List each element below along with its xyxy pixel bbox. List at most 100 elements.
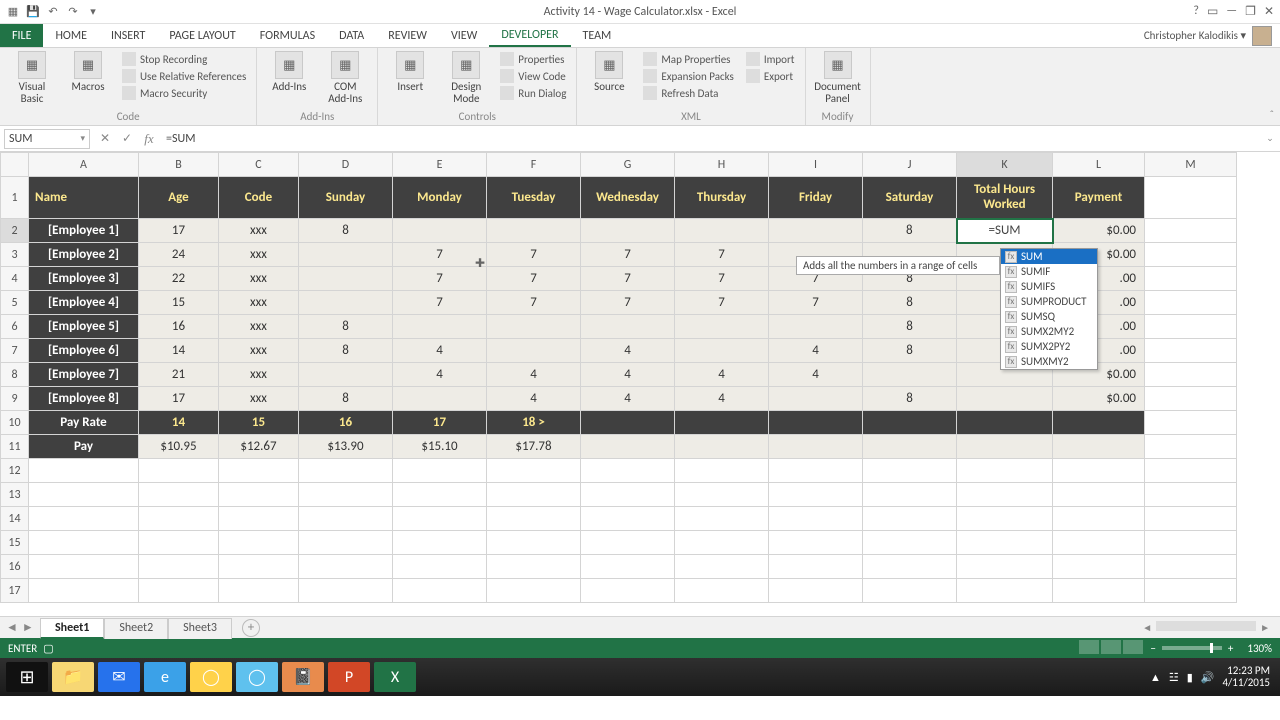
header-tuesday[interactable]: Tuesday — [487, 177, 581, 219]
cell-B5[interactable]: 15 — [139, 291, 219, 315]
cell-empty-17-12[interactable] — [1145, 579, 1237, 603]
tray-network-icon[interactable]: ▮ — [1187, 671, 1193, 684]
restore-icon[interactable]: ❐ — [1245, 4, 1256, 19]
cell-E7[interactable]: 4 — [393, 339, 487, 363]
cell-pay-10[interactable] — [1053, 435, 1145, 459]
cell-B8[interactable]: 21 — [139, 363, 219, 387]
autocomplete-sumifs[interactable]: fxSUMIFS — [1001, 279, 1097, 294]
cell-pay-3[interactable]: $15.10 — [393, 435, 487, 459]
autocomplete-sumx2my2[interactable]: fxSUMX2MY2 — [1001, 324, 1097, 339]
cell-I6[interactable] — [769, 315, 863, 339]
taskbar-btn-4[interactable]: ◯ — [190, 662, 232, 692]
expand-formula-bar-icon[interactable]: ⌄ — [1260, 133, 1280, 144]
col-hdr-corner[interactable] — [1, 153, 29, 177]
cell-empty-13-8[interactable] — [769, 483, 863, 507]
cell-F4[interactable]: 7 — [487, 267, 581, 291]
row-hdr-15[interactable]: 15 — [1, 531, 29, 555]
zoom-slider[interactable] — [1162, 646, 1222, 650]
autocomplete-sumx2py2[interactable]: fxSUMX2PY2 — [1001, 339, 1097, 354]
cell-L2[interactable]: $0.00 — [1053, 219, 1145, 243]
cell-empty-17-7[interactable] — [675, 579, 769, 603]
cell-D2[interactable]: 8 — [299, 219, 393, 243]
cell-J2[interactable]: 8 — [863, 219, 957, 243]
cell-pay-9[interactable] — [957, 435, 1053, 459]
tray-flag-icon[interactable]: ☳ — [1169, 671, 1179, 684]
cell-empty-15-10[interactable] — [957, 531, 1053, 555]
cell-empty-12-8[interactable] — [769, 459, 863, 483]
taskbar-btn-7[interactable]: P — [328, 662, 370, 692]
header-payment[interactable]: Payment — [1053, 177, 1145, 219]
cell-J7[interactable]: 8 — [863, 339, 957, 363]
cell-empty-12-7[interactable] — [675, 459, 769, 483]
undo-icon[interactable]: ↶ — [46, 5, 60, 19]
header-monday[interactable]: Monday — [393, 177, 487, 219]
cell-payrate-9[interactable] — [957, 411, 1053, 435]
cell-empty-13-7[interactable] — [675, 483, 769, 507]
cell-empty-15-2[interactable] — [219, 531, 299, 555]
cell-payrate-1[interactable]: 15 — [219, 411, 299, 435]
cell-pay-label[interactable]: Pay — [29, 435, 139, 459]
taskbar-btn-0[interactable]: ⊞ — [6, 662, 48, 692]
cell-empty-13-5[interactable] — [487, 483, 581, 507]
header-total-hours-worked[interactable]: Total HoursWorked — [957, 177, 1053, 219]
cell-E9[interactable] — [393, 387, 487, 411]
cell-pay-4[interactable]: $17.78 — [487, 435, 581, 459]
cell-empty-14-12[interactable] — [1145, 507, 1237, 531]
zoom-in-icon[interactable]: + — [1228, 642, 1233, 655]
cell-payrate-5[interactable] — [581, 411, 675, 435]
cell-D3[interactable] — [299, 243, 393, 267]
cell-B4[interactable]: 22 — [139, 267, 219, 291]
cell-empty-13-0[interactable] — [29, 483, 139, 507]
export-button[interactable]: Export — [744, 68, 797, 84]
header-age[interactable]: Age — [139, 177, 219, 219]
taskbar-btn-3[interactable]: e — [144, 662, 186, 692]
autocomplete-sumxmy2[interactable]: fxSUMXMY2 — [1001, 354, 1097, 369]
header-code[interactable]: Code — [219, 177, 299, 219]
cell-empty-16-3[interactable] — [299, 555, 393, 579]
cell-name-3[interactable]: [Employee 2] — [29, 243, 139, 267]
tab-file[interactable]: FILE — [0, 24, 43, 47]
row-hdr-17[interactable]: 17 — [1, 579, 29, 603]
cell-E6[interactable] — [393, 315, 487, 339]
cell-G8[interactable]: 4 — [581, 363, 675, 387]
cell-name-4[interactable]: [Employee 3] — [29, 267, 139, 291]
sheet-tab-sheet2[interactable]: Sheet2 — [104, 618, 168, 639]
cell-C5[interactable]: xxx — [219, 291, 299, 315]
import-button[interactable]: Import — [744, 51, 797, 67]
taskbar-btn-8[interactable]: X — [374, 662, 416, 692]
cell-empty-15-12[interactable] — [1145, 531, 1237, 555]
cell-pay-1[interactable]: $12.67 — [219, 435, 299, 459]
cell-J6[interactable]: 8 — [863, 315, 957, 339]
cell-B9[interactable]: 17 — [139, 387, 219, 411]
cell-empty-13-11[interactable] — [1053, 483, 1145, 507]
cell-G9[interactable]: 4 — [581, 387, 675, 411]
col-hdr-J[interactable]: J — [863, 153, 957, 177]
taskbar-btn-1[interactable]: 📁 — [52, 662, 94, 692]
cell-empty-12-9[interactable] — [863, 459, 957, 483]
row-hdr-4[interactable]: 4 — [1, 267, 29, 291]
cell-empty-16-8[interactable] — [769, 555, 863, 579]
stop-recording-button[interactable]: Stop Recording — [120, 51, 248, 67]
cell-empty-16-7[interactable] — [675, 555, 769, 579]
cell-empty-14-11[interactable] — [1053, 507, 1145, 531]
system-clock[interactable]: 12:23 PM 4/11/2015 — [1222, 665, 1270, 689]
cell-empty-17-2[interactable] — [219, 579, 299, 603]
save-icon[interactable]: 💾 — [26, 5, 40, 19]
cell-empty-14-3[interactable] — [299, 507, 393, 531]
spreadsheet-grid[interactable]: ABCDEFGHIJKLM1NameAgeCodeSundayMondayTue… — [0, 152, 1237, 603]
cell-pay-0[interactable]: $10.95 — [139, 435, 219, 459]
cell-F3[interactable]: 7 — [487, 243, 581, 267]
cell-E5[interactable]: 7 — [393, 291, 487, 315]
cell-C6[interactable]: xxx — [219, 315, 299, 339]
cell-M11[interactable] — [1145, 435, 1237, 459]
tab-home[interactable]: HOME — [43, 24, 99, 47]
tab-developer[interactable]: DEVELOPER — [489, 24, 570, 47]
col-hdr-L[interactable]: L — [1053, 153, 1145, 177]
cell-empty-14-4[interactable] — [393, 507, 487, 531]
col-hdr-D[interactable]: D — [299, 153, 393, 177]
cell-F2[interactable] — [487, 219, 581, 243]
insert-button[interactable]: ▦Insert — [386, 51, 434, 93]
visual-button[interactable]: ▦VisualBasic — [8, 51, 56, 105]
formula-autocomplete[interactable]: fxSUMfxSUMIFfxSUMIFSfxSUMPRODUCTfxSUMSQf… — [1000, 248, 1098, 370]
autocomplete-sumproduct[interactable]: fxSUMPRODUCT — [1001, 294, 1097, 309]
